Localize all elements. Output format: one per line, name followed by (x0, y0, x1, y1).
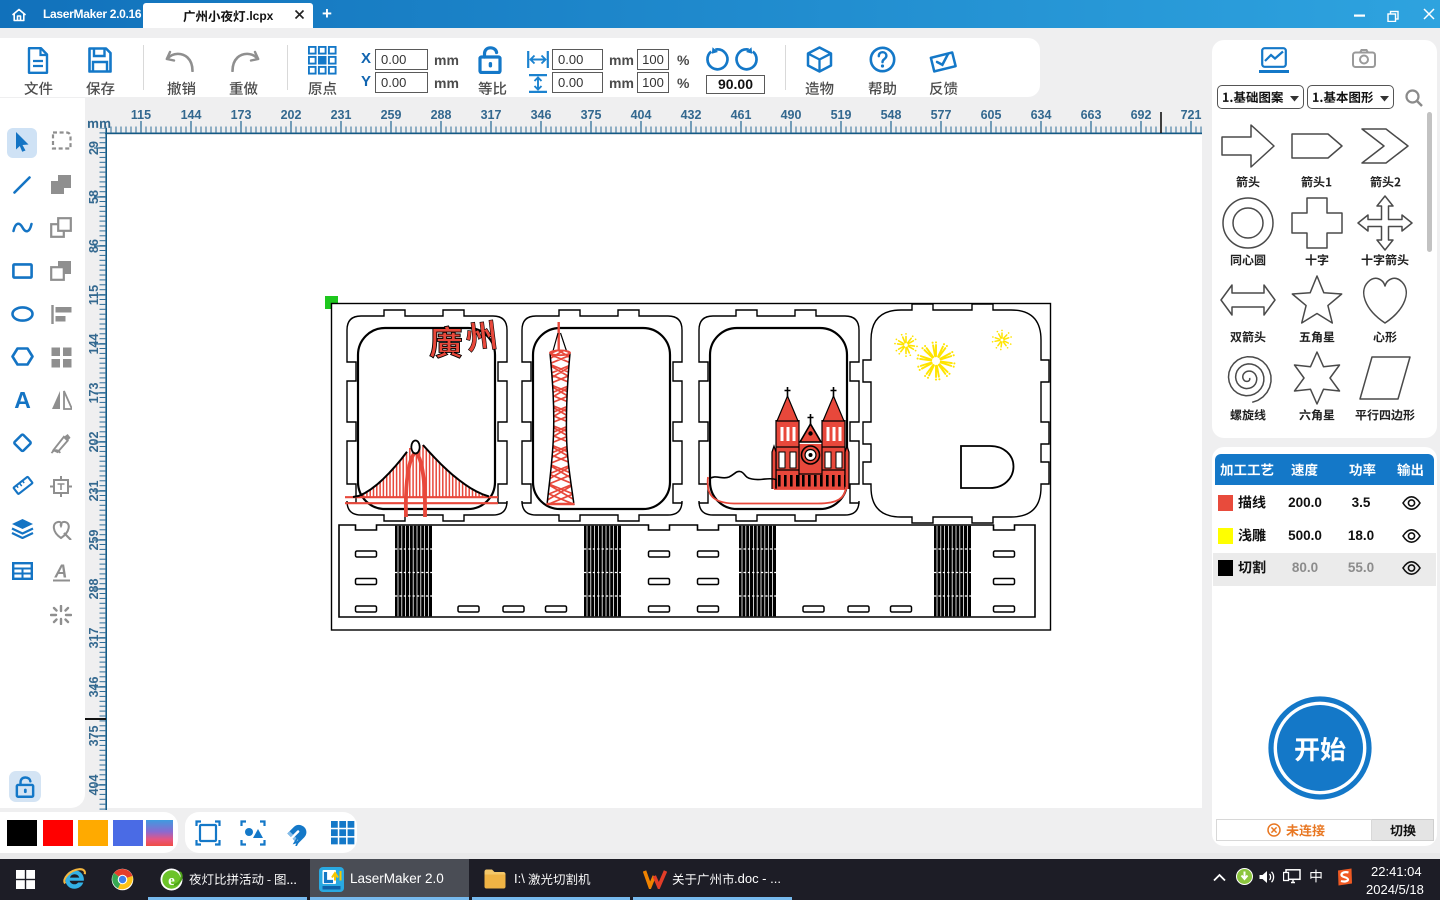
svg-text:605: 605 (981, 108, 1002, 122)
svg-text:144: 144 (87, 334, 101, 355)
svg-text:317: 317 (87, 628, 101, 649)
svg-text:259: 259 (381, 108, 402, 122)
svg-text:634: 634 (1031, 108, 1052, 122)
svg-text:577: 577 (931, 108, 952, 122)
svg-text:432: 432 (681, 108, 702, 122)
svg-text:692: 692 (1131, 108, 1152, 122)
svg-text:202: 202 (281, 108, 302, 122)
svg-text:58: 58 (87, 190, 101, 204)
svg-text:231: 231 (87, 481, 101, 502)
svg-text:288: 288 (431, 108, 452, 122)
svg-text:461: 461 (731, 108, 752, 122)
svg-text:288: 288 (87, 579, 101, 600)
svg-text:231: 231 (331, 108, 352, 122)
svg-text:173: 173 (231, 108, 252, 122)
svg-text:A: A (54, 562, 68, 582)
svg-text:404: 404 (631, 108, 652, 122)
svg-text:e: e (168, 873, 175, 889)
svg-text:404: 404 (87, 775, 101, 796)
svg-text:346: 346 (87, 677, 101, 698)
svg-text:721: 721 (1181, 108, 1202, 122)
svg-text:259: 259 (87, 530, 101, 551)
svg-text:144: 144 (181, 108, 202, 122)
svg-text:86: 86 (87, 239, 101, 253)
svg-text:519: 519 (831, 108, 852, 122)
svg-text:317: 317 (481, 108, 502, 122)
svg-text:375: 375 (87, 726, 101, 747)
svg-text:375: 375 (581, 108, 602, 122)
svg-text:202: 202 (87, 432, 101, 453)
svg-text:115: 115 (87, 285, 101, 305)
svg-text:490: 490 (781, 108, 802, 122)
svg-text:29: 29 (87, 141, 101, 155)
svg-text:346: 346 (531, 108, 552, 122)
svg-text:548: 548 (881, 108, 902, 122)
svg-text:663: 663 (1081, 108, 1102, 122)
svg-text:173: 173 (87, 383, 101, 404)
svg-text:115: 115 (131, 108, 151, 122)
svg-text:A: A (14, 389, 31, 410)
